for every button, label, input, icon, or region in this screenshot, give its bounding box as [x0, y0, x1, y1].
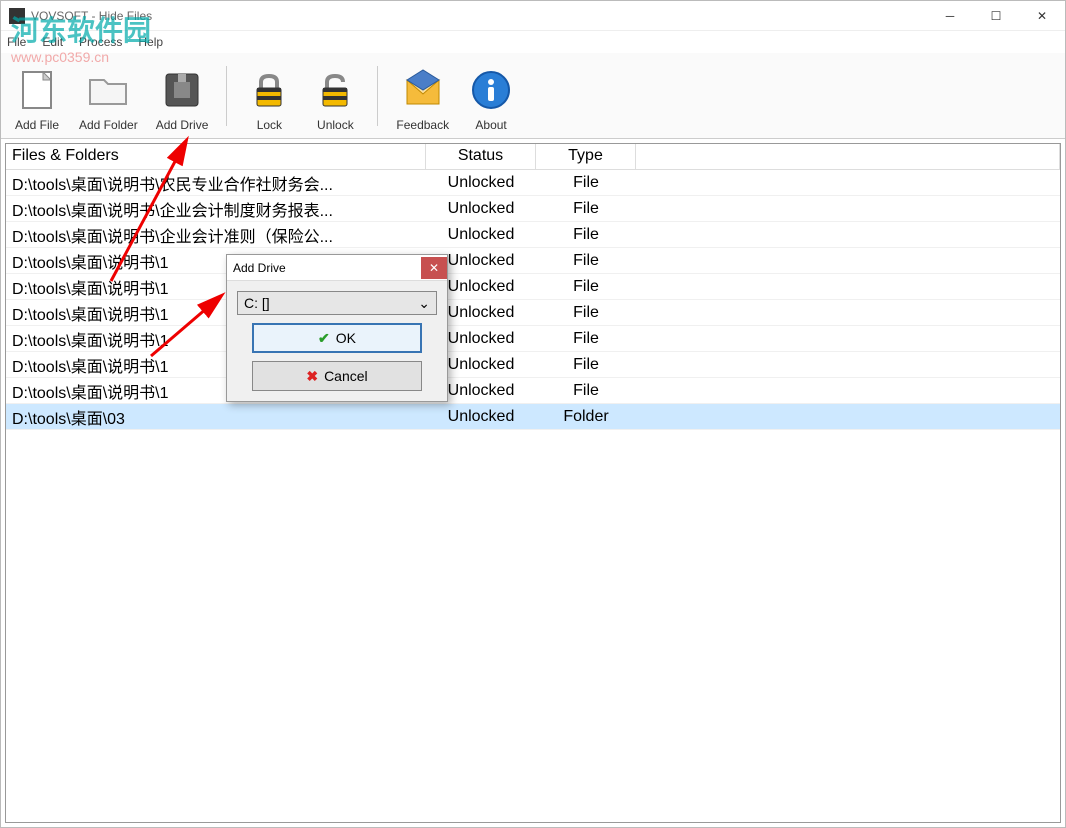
cell-type: File	[536, 276, 636, 298]
menubar: File Edit Process Help	[1, 31, 1065, 53]
cell-type: File	[536, 224, 636, 246]
dialog-close-button[interactable]: ✕	[421, 257, 447, 279]
feedback-button[interactable]: Feedback	[388, 56, 457, 136]
cell-path: D:\tools\桌面\03	[6, 403, 426, 431]
unlock-icon	[311, 66, 359, 114]
menu-file[interactable]: File	[7, 35, 26, 49]
ok-button[interactable]: ✔ OK	[252, 323, 422, 353]
column-spacer	[636, 144, 1060, 169]
window-title: VOVSOFT - Hide Files	[31, 9, 927, 23]
add-drive-button[interactable]: Add Drive	[148, 56, 217, 136]
table-row[interactable]: D:\tools\桌面\说明书\1UnlockedFile	[6, 300, 1060, 326]
table-row[interactable]: D:\tools\桌面\说明书\1UnlockedFile	[6, 326, 1060, 352]
table-row[interactable]: D:\tools\桌面\说明书\1UnlockedFile	[6, 378, 1060, 404]
cell-type: File	[536, 380, 636, 402]
envelope-icon	[399, 66, 447, 114]
drive-select-value: C: []	[244, 295, 270, 311]
table-header: Files & Folders Status Type	[6, 144, 1060, 170]
cell-type: File	[536, 302, 636, 324]
titlebar: VOVSOFT - Hide Files ─ ☐ ✕	[1, 1, 1065, 31]
minimize-button[interactable]: ─	[927, 1, 973, 31]
cell-status: Unlocked	[426, 224, 536, 246]
separator	[226, 66, 227, 126]
column-files[interactable]: Files & Folders	[6, 144, 426, 169]
dialog-titlebar: Add Drive ✕	[227, 255, 447, 281]
table-row[interactable]: D:\tools\桌面\说明书\企业会计准则（保险公...UnlockedFil…	[6, 222, 1060, 248]
add-folder-button[interactable]: Add Folder	[71, 56, 146, 136]
table-row[interactable]: D:\tools\桌面\03UnlockedFolder	[6, 404, 1060, 430]
dialog-title-text: Add Drive	[233, 261, 286, 275]
cell-status: Unlocked	[426, 172, 536, 194]
about-button[interactable]: About	[459, 56, 523, 136]
column-status[interactable]: Status	[426, 144, 536, 169]
table-row[interactable]: D:\tools\桌面\说明书\企业会计制度财务报表...UnlockedFil…	[6, 196, 1060, 222]
table-body[interactable]: D:\tools\桌面\说明书\农民专业合作社财务会...UnlockedFil…	[6, 170, 1060, 822]
add-drive-dialog: Add Drive ✕ C: [] ⌄ ✔ OK ✖ Cancel	[226, 254, 448, 402]
content-area: Files & Folders Status Type D:\tools\桌面\…	[5, 143, 1061, 823]
cell-status: Unlocked	[426, 406, 536, 428]
lock-icon	[245, 66, 293, 114]
cell-type: File	[536, 328, 636, 350]
chevron-down-icon: ⌄	[418, 295, 430, 312]
info-icon	[467, 66, 515, 114]
lock-button[interactable]: Lock	[237, 56, 301, 136]
table-row[interactable]: D:\tools\桌面\说明书\1UnlockedFile	[6, 352, 1060, 378]
app-icon	[9, 8, 25, 24]
add-file-button[interactable]: Add File	[5, 56, 69, 136]
toolbar: Add File Add Folder Add Drive Lock Unlo	[1, 53, 1065, 139]
menu-edit[interactable]: Edit	[42, 35, 63, 49]
cell-path: D:\tools\桌面\说明书\农民专业合作社财务会...	[6, 170, 426, 197]
file-icon	[13, 66, 61, 114]
cell-type: Folder	[536, 406, 636, 428]
table-row[interactable]: D:\tools\桌面\说明书\1UnlockedFile	[6, 248, 1060, 274]
cell-type: File	[536, 198, 636, 220]
folder-icon	[84, 66, 132, 114]
cell-type: File	[536, 250, 636, 272]
drive-icon	[158, 66, 206, 114]
unlock-button[interactable]: Unlock	[303, 56, 367, 136]
table-row[interactable]: D:\tools\桌面\说明书\1UnlockedFile	[6, 274, 1060, 300]
cell-type: File	[536, 172, 636, 194]
cancel-button[interactable]: ✖ Cancel	[252, 361, 422, 391]
separator	[377, 66, 378, 126]
close-button[interactable]: ✕	[1019, 1, 1065, 31]
check-icon: ✔	[318, 330, 330, 347]
menu-help[interactable]: Help	[138, 35, 163, 49]
drive-select[interactable]: C: [] ⌄	[237, 291, 437, 315]
cell-status: Unlocked	[426, 198, 536, 220]
maximize-button[interactable]: ☐	[973, 1, 1019, 31]
column-type[interactable]: Type	[536, 144, 636, 169]
cell-path: D:\tools\桌面\说明书\企业会计制度财务报表...	[6, 195, 426, 223]
cell-type: File	[536, 354, 636, 376]
menu-process[interactable]: Process	[79, 35, 122, 49]
cell-path: D:\tools\桌面\说明书\企业会计准则（保险公...	[6, 221, 426, 249]
table-row[interactable]: D:\tools\桌面\说明书\农民专业合作社财务会...UnlockedFil…	[6, 170, 1060, 196]
cross-icon: ✖	[306, 368, 318, 385]
